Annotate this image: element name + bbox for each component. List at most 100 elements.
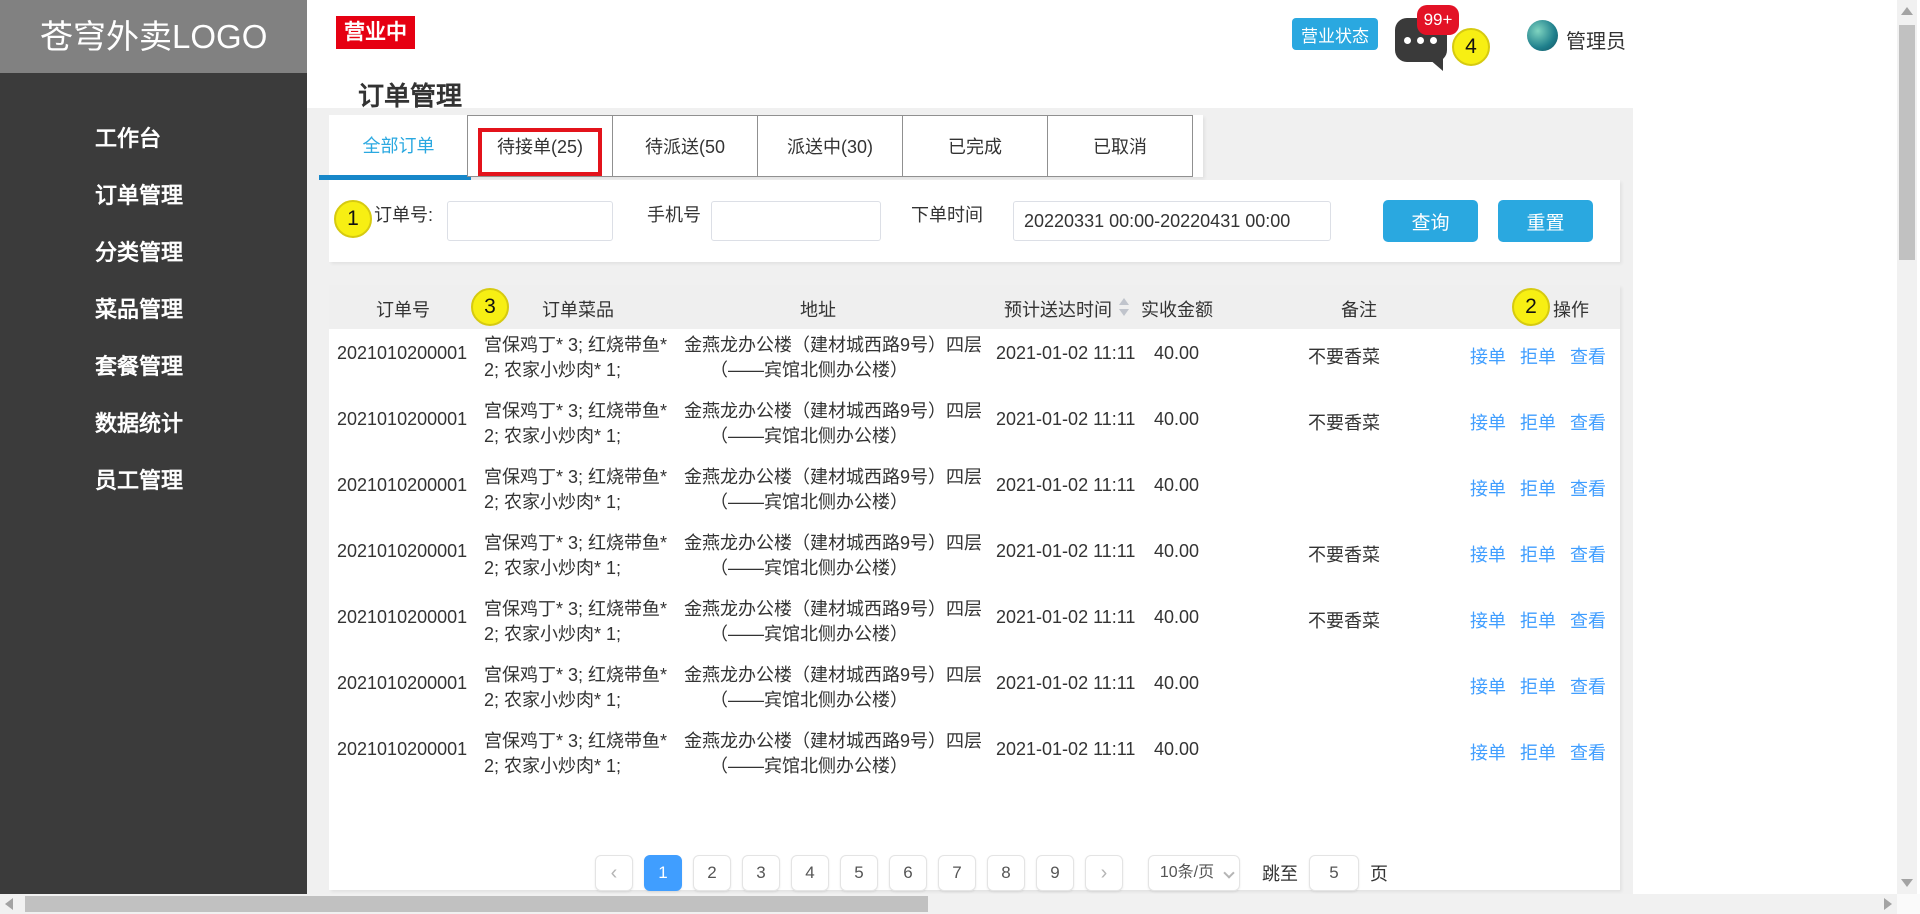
- sidebar-item-套餐管理[interactable]: 套餐管理: [0, 338, 307, 395]
- cell-eta: 2021-01-02 11:11: [996, 541, 1135, 562]
- notification-count-badge: 99+: [1417, 5, 1459, 35]
- cell-order-no: 2021010200001: [337, 409, 467, 430]
- sort-desc-icon[interactable]: [1119, 309, 1129, 316]
- sidebar-item-分类管理[interactable]: 分类管理: [0, 224, 307, 281]
- action-link-拒单[interactable]: 拒单: [1520, 545, 1556, 565]
- col-remark: 备注: [1341, 296, 1377, 322]
- action-link-查看[interactable]: 查看: [1570, 347, 1606, 367]
- action-link-查看[interactable]: 查看: [1570, 413, 1606, 433]
- action-link-查看[interactable]: 查看: [1570, 611, 1606, 631]
- cell-amount: 40.00: [1154, 541, 1199, 562]
- sidebar-item-数据统计[interactable]: 数据统计: [0, 395, 307, 452]
- sort-icons[interactable]: [1119, 297, 1129, 317]
- annotation-badge-1: 1: [334, 200, 372, 238]
- sidebar: 苍穹外卖LOGO 工作台订单管理分类管理菜品管理套餐管理数据统计员工管理: [0, 0, 307, 894]
- horizontal-scrollbar[interactable]: [0, 894, 1897, 914]
- sidebar-nav: 工作台订单管理分类管理菜品管理套餐管理数据统计员工管理: [0, 110, 307, 509]
- action-link-接单[interactable]: 接单: [1470, 479, 1506, 499]
- sidebar-item-员工管理[interactable]: 员工管理: [0, 452, 307, 509]
- tab-待接单(25)[interactable]: 待接单(25): [467, 115, 613, 177]
- address-line1: 金燕龙办公楼（建材城西路9号）四层: [684, 465, 994, 490]
- address-line2: （——宾馆北侧办公楼）: [684, 358, 994, 383]
- jump-page-input[interactable]: [1309, 855, 1359, 891]
- cell-remark: 不要香菜: [1308, 607, 1380, 633]
- annotation-badge-4: 4: [1452, 28, 1490, 66]
- avatar[interactable]: [1527, 20, 1558, 51]
- page-button-4[interactable]: 4: [791, 855, 829, 891]
- tab-派送中(30)[interactable]: 派送中(30): [757, 115, 903, 177]
- tab-全部订单[interactable]: 全部订单: [329, 115, 468, 177]
- page-button-3[interactable]: 3: [742, 855, 780, 891]
- address-line1: 金燕龙办公楼（建材城西路9号）四层: [684, 729, 994, 754]
- cell-amount: 40.00: [1154, 409, 1199, 430]
- vertical-scrollbar-thumb[interactable]: [1899, 25, 1915, 260]
- table-row: 2021010200001宫保鸡丁* 3; 红烧带鱼* 2; 农家小炒肉* 1;…: [329, 725, 1620, 791]
- page-button-9[interactable]: 9: [1036, 855, 1074, 891]
- cell-eta: 2021-01-02 11:11: [996, 343, 1135, 364]
- tab-group: 待接单(25)待派送(50派送中(30)已完成已取消: [468, 115, 1193, 177]
- reset-button[interactable]: 重置: [1498, 200, 1593, 242]
- cell-amount: 40.00: [1154, 475, 1199, 496]
- order-time-input[interactable]: [1013, 201, 1331, 241]
- action-link-接单[interactable]: 接单: [1470, 347, 1506, 367]
- page-button-1[interactable]: 1: [644, 855, 682, 891]
- prev-page-button[interactable]: ‹: [595, 855, 633, 891]
- horizontal-scrollbar-thumb[interactable]: [25, 896, 928, 912]
- action-link-查看[interactable]: 查看: [1570, 677, 1606, 697]
- search-button[interactable]: 查询: [1383, 200, 1478, 242]
- action-link-拒单[interactable]: 拒单: [1520, 677, 1556, 697]
- address-line2: （——宾馆北侧办公楼）: [684, 490, 994, 515]
- page-button-7[interactable]: 7: [938, 855, 976, 891]
- cell-amount: 40.00: [1154, 607, 1199, 628]
- scroll-right-icon[interactable]: [1884, 898, 1892, 910]
- action-link-拒单[interactable]: 拒单: [1520, 743, 1556, 763]
- sort-asc-icon[interactable]: [1119, 298, 1129, 305]
- order-time-label: 下单时间: [911, 201, 983, 227]
- action-link-查看[interactable]: 查看: [1570, 479, 1606, 499]
- action-link-查看[interactable]: 查看: [1570, 743, 1606, 763]
- phone-input[interactable]: [711, 201, 881, 241]
- sidebar-item-工作台[interactable]: 工作台: [0, 110, 307, 167]
- scroll-down-icon[interactable]: [1901, 879, 1913, 887]
- action-link-查看[interactable]: 查看: [1570, 545, 1606, 565]
- action-link-接单[interactable]: 接单: [1470, 545, 1506, 565]
- order-no-input[interactable]: [447, 201, 613, 241]
- page-size-select[interactable]: 10条/页: [1148, 855, 1240, 891]
- action-link-接单[interactable]: 接单: [1470, 743, 1506, 763]
- action-link-拒单[interactable]: 拒单: [1520, 479, 1556, 499]
- table-header-row: 订单号 3 订单菜品 地址 预计送达时间 实收金额 备注 2 操作: [329, 285, 1620, 329]
- cell-actions: 接单拒单查看: [1470, 409, 1620, 435]
- sidebar-item-订单管理[interactable]: 订单管理: [0, 167, 307, 224]
- table-body: 2021010200001 宫保鸡丁* 3; 红烧带鱼* 2; 农家小炒肉* 1;…: [329, 329, 1620, 791]
- action-link-接单[interactable]: 接单: [1470, 677, 1506, 697]
- action-link-接单[interactable]: 接单: [1470, 413, 1506, 433]
- chat-dot-icon: [1417, 37, 1424, 44]
- username: 管理员: [1566, 25, 1626, 54]
- scroll-left-icon[interactable]: [5, 898, 13, 910]
- page-button-8[interactable]: 8: [987, 855, 1025, 891]
- cell-actions: 接单拒单查看: [1470, 607, 1620, 633]
- cell-actions: 接单拒单查看: [1470, 343, 1620, 369]
- action-link-拒单[interactable]: 拒单: [1520, 611, 1556, 631]
- page-button-2[interactable]: 2: [693, 855, 731, 891]
- action-link-拒单[interactable]: 拒单: [1520, 347, 1556, 367]
- sidebar-item-菜品管理[interactable]: 菜品管理: [0, 281, 307, 338]
- page-button-6[interactable]: 6: [889, 855, 927, 891]
- tab-已取消[interactable]: 已取消: [1047, 115, 1193, 177]
- address-line2: （——宾馆北侧办公楼）: [684, 556, 994, 581]
- table-row: 2021010200001宫保鸡丁* 3; 红烧带鱼* 2; 农家小炒肉* 1;…: [329, 395, 1620, 461]
- tab-已完成[interactable]: 已完成: [902, 115, 1048, 177]
- col-actions: 操作: [1553, 296, 1589, 322]
- action-link-拒单[interactable]: 拒单: [1520, 413, 1556, 433]
- vertical-scrollbar[interactable]: [1897, 0, 1917, 894]
- jump-to-label: 跳至: [1262, 860, 1298, 886]
- cell-dishes: 宫保鸡丁* 3; 红烧带鱼* 2; 农家小炒肉* 1;: [484, 597, 679, 647]
- scroll-up-icon[interactable]: [1901, 7, 1913, 15]
- action-link-接单[interactable]: 接单: [1470, 611, 1506, 631]
- next-page-button[interactable]: ›: [1085, 855, 1123, 891]
- cell-eta: 2021-01-02 11:11: [996, 673, 1135, 694]
- cell-address: 金燕龙办公楼（建材城西路9号）四层（——宾馆北侧办公楼）: [684, 465, 994, 515]
- business-status-button[interactable]: 营业状态: [1292, 18, 1378, 50]
- page-button-5[interactable]: 5: [840, 855, 878, 891]
- tab-待派送(50[interactable]: 待派送(50: [612, 115, 758, 177]
